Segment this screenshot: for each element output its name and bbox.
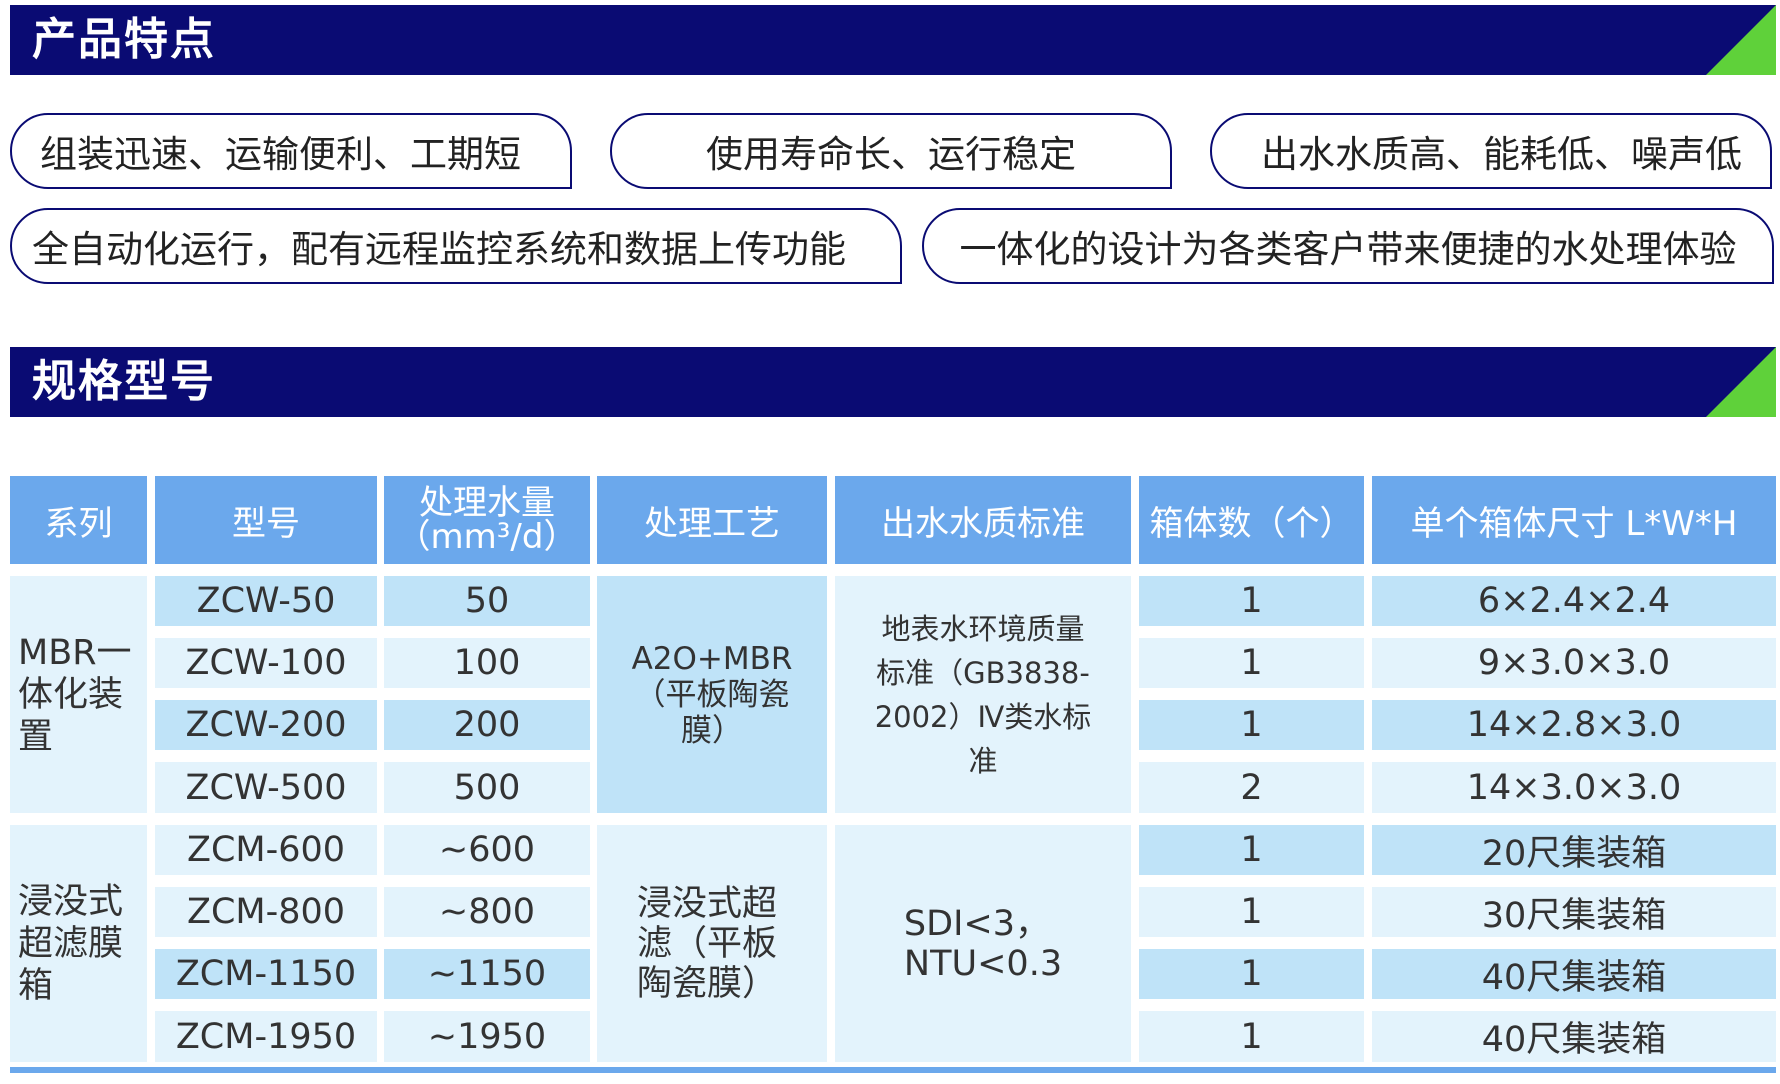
size-cell: 40尺集装箱 [1372, 949, 1776, 999]
th-series: 系列 [10, 476, 147, 564]
specs-header-bar: 规格型号 [10, 347, 1776, 417]
size-cell: 40尺集装箱 [1372, 1011, 1776, 1062]
capacity-cell: ~800 [384, 887, 590, 937]
model-cell: ZCM-1950 [155, 1011, 377, 1062]
header-accent-triangle [1706, 347, 1776, 417]
size-cell: 30尺集装箱 [1372, 887, 1776, 937]
capacity-cell: ~1950 [384, 1011, 590, 1062]
boxes-cell: 1 [1139, 576, 1364, 626]
size-cell: 6×2.4×2.4 [1372, 576, 1776, 626]
size-cell: 14×3.0×3.0 [1372, 762, 1776, 813]
th-standard: 出水水质标准 [835, 476, 1131, 564]
model-cell: ZCW-100 [155, 638, 377, 688]
standard-cell: SDI<3，NTU<0.3 [835, 825, 1131, 1062]
model-cell: ZCM-600 [155, 825, 377, 875]
series-cell: 浸没式超滤膜箱 [10, 825, 147, 1062]
capacity-cell: 50 [384, 576, 590, 626]
size-cell: 14×2.8×3.0 [1372, 700, 1776, 750]
boxes-cell: 1 [1139, 700, 1364, 750]
th-capacity-line2: （mm³/d） [396, 517, 578, 557]
th-capacity: 处理水量 （mm³/d） [384, 476, 590, 564]
boxes-cell: 1 [1139, 825, 1364, 875]
series-cell: MBR一体化装置 [10, 576, 147, 813]
features-title: 产品特点 [32, 14, 216, 65]
specs-title: 规格型号 [32, 356, 216, 407]
process-cell: 浸没式超滤（平板陶瓷膜） [597, 825, 827, 1062]
model-cell: ZCW-200 [155, 700, 377, 750]
boxes-cell: 1 [1139, 1011, 1364, 1062]
th-boxes: 箱体数（个） [1139, 476, 1364, 564]
capacity-cell: ~600 [384, 825, 590, 875]
model-cell: ZCW-50 [155, 576, 377, 626]
capacity-cell: ~1150 [384, 949, 590, 999]
th-model: 型号 [155, 476, 377, 564]
feature-item-4: 全自动化运行，配有远程监控系统和数据上传功能 [10, 208, 902, 284]
th-process: 处理工艺 [597, 476, 827, 564]
process-cell: A2O+MBR（平板陶瓷膜） [597, 576, 827, 813]
size-cell: 20尺集装箱 [1372, 825, 1776, 875]
capacity-cell: 500 [384, 762, 590, 813]
boxes-cell: 1 [1139, 949, 1364, 999]
capacity-cell: 100 [384, 638, 590, 688]
boxes-cell: 1 [1139, 638, 1364, 688]
model-cell: ZCW-500 [155, 762, 377, 813]
features-header-bar: 产品特点 [10, 5, 1776, 75]
feature-item-2: 使用寿命长、运行稳定 [610, 113, 1172, 189]
feature-item-3: 出水水质高、能耗低、噪声低 [1210, 113, 1772, 189]
th-size: 单个箱体尺寸 L*W*H [1372, 476, 1776, 564]
feature-item-5: 一体化的设计为各类客户带来便捷的水处理体验 [922, 208, 1774, 284]
standard-cell: 地表水环境质量标准（GB3838-2002）Ⅳ类水标准 [835, 576, 1131, 813]
model-cell: ZCM-1150 [155, 949, 377, 999]
boxes-cell: 2 [1139, 762, 1364, 813]
boxes-cell: 1 [1139, 887, 1364, 937]
model-cell: ZCM-800 [155, 887, 377, 937]
header-accent-triangle [1706, 5, 1776, 75]
size-cell: 9×3.0×3.0 [1372, 638, 1776, 688]
th-capacity-line1: 处理水量 [419, 483, 555, 523]
feature-item-1: 组装迅速、运输便利、工期短 [10, 113, 572, 189]
capacity-cell: 200 [384, 700, 590, 750]
table-bottom-rule [10, 1067, 1776, 1073]
